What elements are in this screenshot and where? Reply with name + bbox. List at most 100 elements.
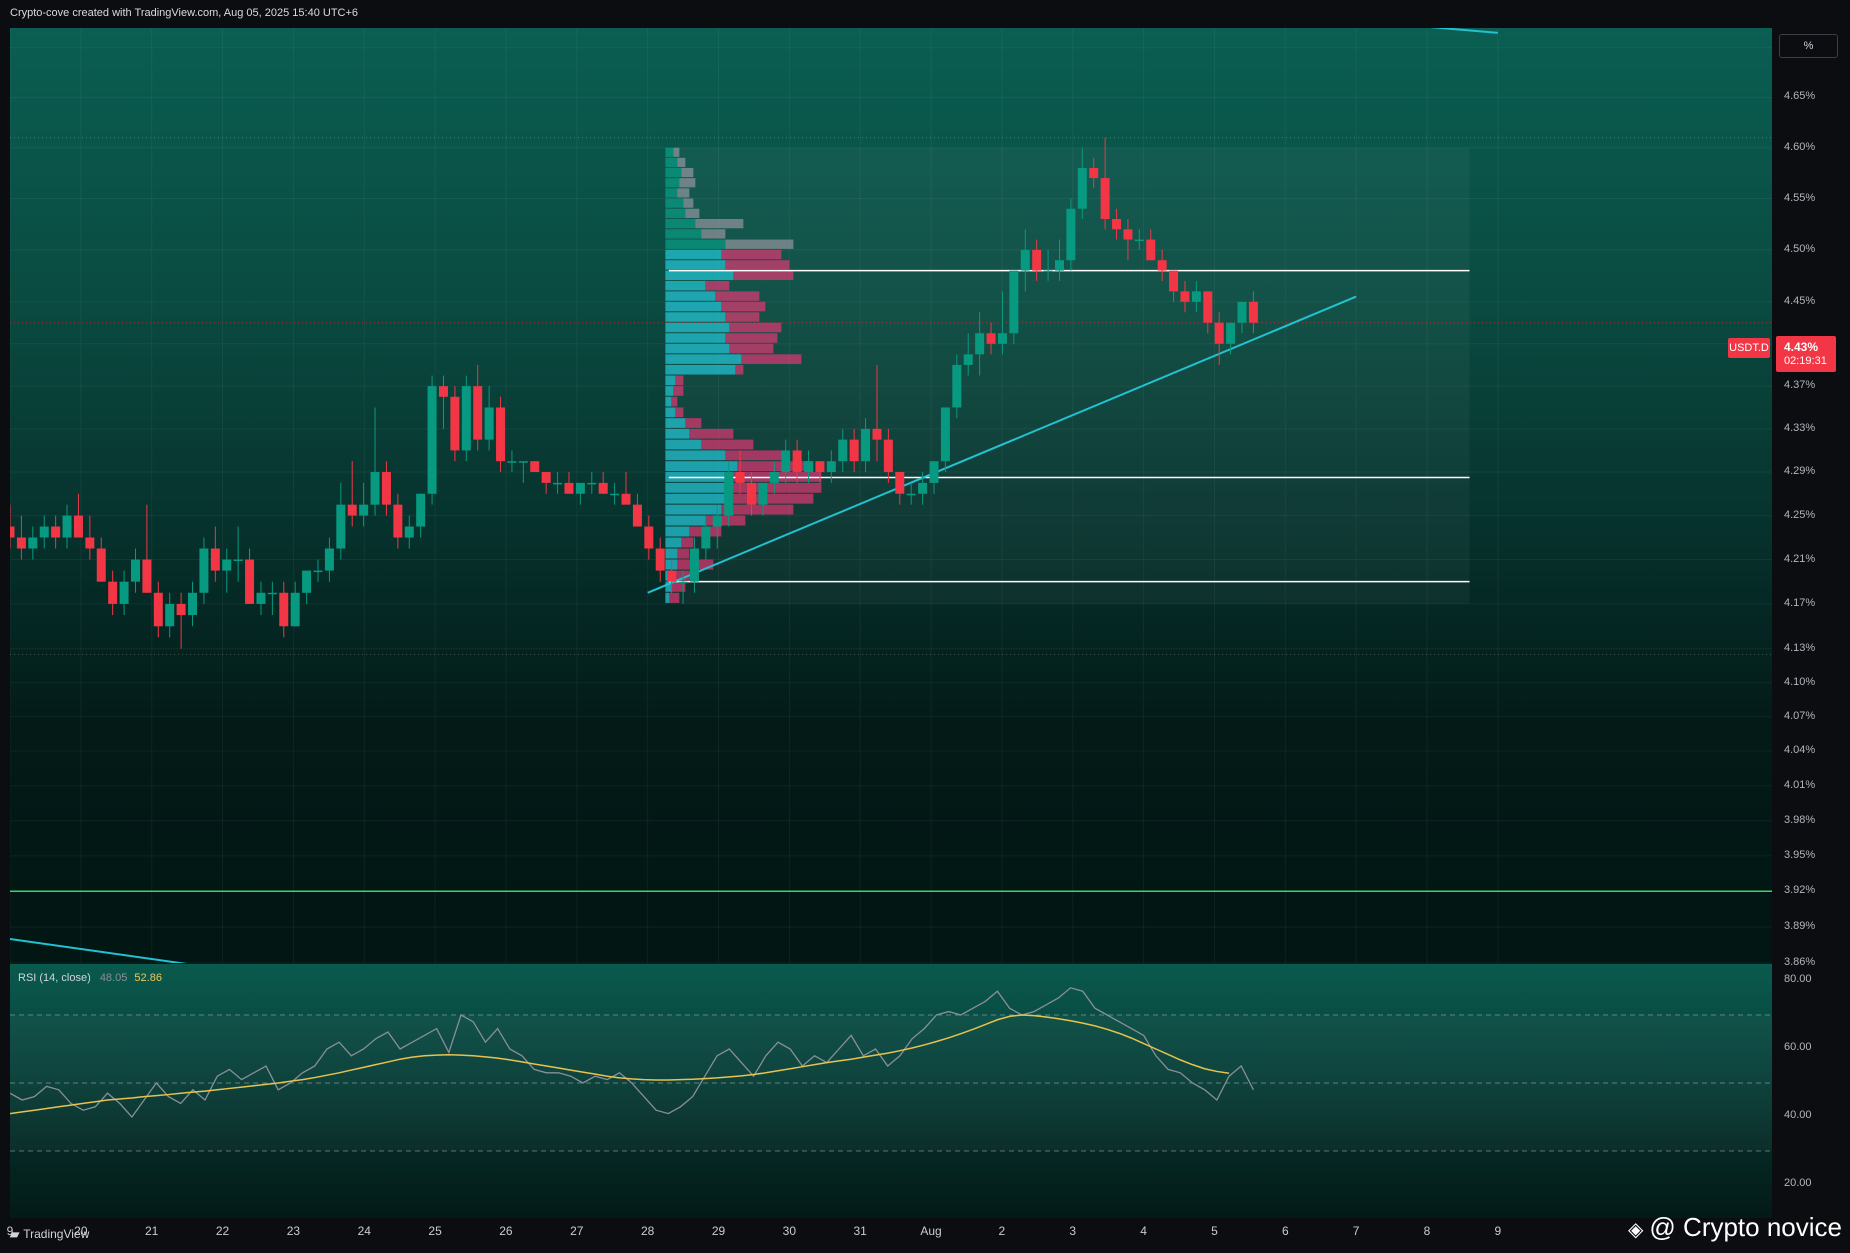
rsi-value: 48.05 (99, 972, 128, 984)
candle-body-down (1180, 291, 1190, 302)
volume-profile-buy-bar (665, 461, 738, 472)
candle-body-up (518, 461, 528, 463)
candle-body-up (1043, 270, 1053, 273)
candle-body-down (142, 559, 152, 593)
volume-profile-sell-bar (737, 461, 814, 472)
time-tick-label: 29 (711, 1224, 726, 1238)
candle-body-up (1054, 260, 1064, 271)
rsi-chart-svg (10, 987, 1772, 1152)
candle-body-up (188, 592, 198, 616)
candle-body-down (1100, 178, 1110, 219)
volume-profile-sell-bar (701, 439, 754, 450)
time-tick-label: 23 (286, 1224, 301, 1238)
candle-body-down (1032, 249, 1042, 271)
candle-body-up (324, 548, 334, 571)
candle-body-down (473, 386, 483, 440)
watermark-text: @ Crypto novice (1649, 1212, 1842, 1242)
volume-profile-buy-bar (665, 249, 722, 260)
candle-body-up (313, 570, 323, 573)
volume-profile-sell-bar (681, 167, 694, 178)
price-axis[interactable]: 4.70%4.65%4.60%4.55%4.50%4.45%4.41%4.37%… (1772, 28, 1850, 1218)
candle-body-down (895, 472, 905, 494)
candle-body-up (804, 461, 814, 473)
candle-body-up (199, 548, 209, 593)
time-axis[interactable]: 9 20 21 22 23 24 25 26 27 28 29 30 31 Aug 2 3 4 5 6 7 8 9 (0, 1218, 1772, 1244)
candle-body-down (153, 592, 163, 627)
volume-profile-buy-bar (665, 333, 726, 343)
candle-body-up (130, 559, 140, 582)
candle-body-down (541, 472, 551, 483)
volume-profile-sell-bar (681, 537, 694, 548)
candle-body-up (758, 482, 768, 505)
candle-body-down (1089, 167, 1099, 179)
volume-profile-sell-bar (741, 354, 802, 364)
volume-profile-sell-bar (725, 260, 790, 270)
ticker-badge: USDT.D (1728, 338, 1770, 358)
candle-body-up (461, 386, 471, 451)
volume-profile-buy-bar (665, 548, 678, 559)
candle-body-up (1066, 208, 1076, 261)
candle-body-up (826, 461, 836, 473)
price-tick-label: 4.10% (1784, 675, 1816, 688)
candle-body-down (1146, 239, 1156, 261)
volume-profile-buy-bar (665, 167, 682, 178)
volume-profile-buy-bar (665, 418, 686, 428)
candle-body-down (564, 482, 574, 494)
rsi-legend[interactable]: RSI (14, close) 48.05 52.86 (18, 972, 162, 984)
candle-body-down (667, 570, 677, 582)
volume-profile-sell-bar (669, 592, 680, 603)
candle-body-up (575, 482, 585, 494)
candle-body-up (781, 450, 791, 473)
candle-body-up (929, 461, 939, 483)
price-tick-label: 3.89% (1784, 920, 1816, 932)
candle-body-down (96, 548, 106, 582)
time-tick-label: 31 (853, 1224, 867, 1238)
volume-profile-buy-bar (665, 229, 702, 239)
tradingview-logo-text: TradingView (23, 1227, 90, 1241)
candle-body-down (381, 472, 391, 505)
volume-profile-sell-bar (673, 386, 684, 396)
volume-profile-sell-bar (715, 291, 760, 301)
candle-body-up (861, 428, 871, 462)
candle-body-up (553, 482, 563, 485)
candle-body-down (792, 450, 802, 473)
time-tick-label: 4 (1140, 1224, 1147, 1238)
trendline (10, 937, 188, 963)
time-tick-label: 22 (215, 1224, 230, 1238)
volume-profile-sell-bar (725, 312, 760, 322)
volume-profile-buy-bar (665, 439, 702, 450)
volume-profile-buy-bar (665, 291, 716, 301)
candle-body-up (1134, 239, 1144, 242)
candle-body-up (712, 515, 722, 527)
candle-body-up (233, 559, 243, 562)
candle-body-up (952, 364, 962, 408)
price-pane[interactable]: ⚡ (10, 28, 1772, 963)
candle-body-up (404, 526, 414, 538)
candle-body-down (986, 333, 996, 344)
candle-body-down (735, 472, 745, 483)
candle-body-up (256, 592, 266, 604)
candle-body-up (290, 592, 300, 627)
candle-body-up (701, 526, 711, 549)
percent-scale-button[interactable]: % (1779, 34, 1838, 58)
candle-body-up (222, 559, 232, 571)
volume-profile-sell-bar (725, 239, 794, 249)
volume-profile-buy-bar (665, 198, 684, 208)
candle-body-up (302, 570, 312, 593)
candle-body-up (838, 439, 848, 462)
volume-profile-buy-bar (665, 364, 736, 375)
price-tick-label: 4.13% (1784, 641, 1816, 654)
candle-body-up (359, 504, 369, 516)
candle-body-up (416, 493, 426, 527)
price-tick-label: 3.92% (1784, 884, 1816, 897)
diamond-logo-icon: ◈ (1628, 1219, 1644, 1241)
rsi-pane[interactable]: RSI (14, close) 48.05 52.86 (10, 963, 1772, 1219)
candle-body-down (621, 493, 631, 505)
tradingview-logo[interactable]: ▰ TradingView (10, 1227, 89, 1241)
candle-body-down (598, 482, 608, 494)
volume-profile-sell-bar (671, 396, 678, 407)
volume-profile-sell-bar (733, 270, 794, 280)
candle-body-up (507, 461, 517, 463)
price-tick-label: 3.86% (1784, 956, 1816, 968)
candle-body-down (1169, 270, 1179, 292)
